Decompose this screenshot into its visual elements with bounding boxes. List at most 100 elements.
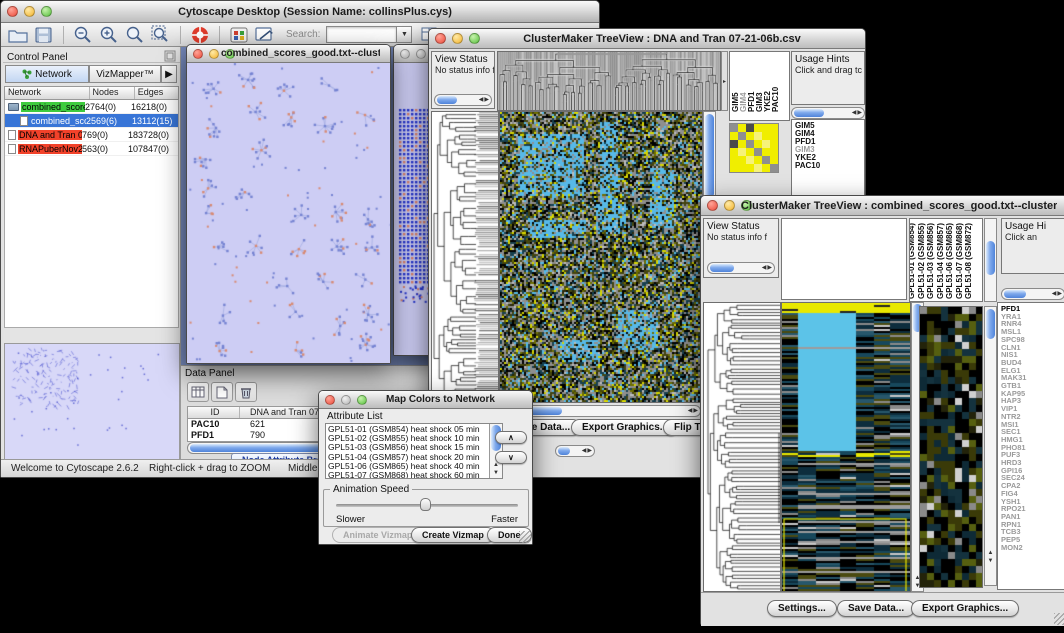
new-attribute-button[interactable]: [211, 382, 233, 402]
view-status-text: No status info f: [432, 65, 494, 75]
zoom-selected-button[interactable]: [150, 25, 172, 45]
column-nodes: Nodes: [90, 87, 135, 99]
heatmap-cell: [730, 132, 738, 140]
row-label: PAC10: [795, 162, 864, 170]
network-tree-row[interactable]: DNA and Tran 07769(0)183728(0): [5, 128, 178, 142]
scroll-down-arrow[interactable]: ▼: [490, 469, 502, 477]
close-button[interactable]: [400, 49, 410, 59]
usage-hints-scrollbar[interactable]: ◀▶: [791, 107, 865, 119]
tab-overflow-arrow[interactable]: ▶: [161, 65, 177, 83]
minimize-button[interactable]: [24, 6, 35, 17]
usage-hints-scrollbar[interactable]: ◀▶: [1001, 288, 1064, 300]
close-button[interactable]: [193, 49, 203, 59]
view-status-scrollbar[interactable]: ◀▶: [434, 94, 492, 106]
settings-button[interactable]: Settings...: [767, 600, 837, 617]
heatmap-cell: [770, 132, 778, 140]
row-dendrogram[interactable]: [431, 111, 499, 403]
column-dendrogram-area[interactable]: [781, 218, 907, 300]
vizmap-grid-icon[interactable]: [228, 25, 250, 45]
network1-titlebar[interactable]: combined_scores_good.txt--cluste...: [187, 45, 390, 63]
heatmap-main[interactable]: [499, 111, 703, 403]
column-label: GPL51-07 (GSM868): [956, 223, 964, 299]
scroll-up-arrow[interactable]: ▲: [985, 549, 996, 557]
heatmap-cell: [754, 148, 762, 156]
export-graphics-button[interactable]: Export Graphics...: [911, 600, 1019, 617]
move-down-button[interactable]: ∨: [495, 451, 527, 464]
heatmap-cell: [770, 148, 778, 156]
footer-scrollbar[interactable]: ◀▶: [555, 445, 595, 457]
heatmap-cell: [770, 124, 778, 132]
network1-canvas-area[interactable]: [187, 63, 390, 363]
close-button[interactable]: [325, 395, 335, 405]
tab-vizmapper-label: VizMapper™: [96, 69, 154, 80]
heatmap-main[interactable]: [781, 302, 911, 592]
delete-attribute-trash-icon[interactable]: [235, 382, 257, 402]
float-panel-icon[interactable]: [164, 49, 176, 67]
annotation-icon[interactable]: [254, 25, 276, 45]
save-button[interactable]: [33, 25, 55, 45]
column-label: GPL51-02 (GSM855): [918, 223, 926, 299]
column-labels-scrollbar[interactable]: [984, 218, 997, 302]
close-button[interactable]: [7, 6, 18, 17]
file-icon: [8, 144, 16, 154]
row-dendrogram[interactable]: [703, 302, 781, 592]
treeview2-titlebar[interactable]: ClusterMaker TreeView : combined_scores_…: [701, 196, 1064, 216]
network-tree-row[interactable]: RNAPuberNov2+563(0)107847(0): [5, 142, 178, 156]
zoom-fit-button[interactable]: [124, 25, 146, 45]
summary-heatmap[interactable]: [729, 123, 779, 173]
search-input[interactable]: [326, 26, 396, 43]
network-tree-row[interactable]: combined_scores2764(0)16218(0): [5, 100, 178, 114]
status-middle-hint: Middle-: [288, 463, 321, 474]
gene-list-scrollbar[interactable]: ▲ ▼: [984, 306, 997, 586]
create-vizmap-button[interactable]: Create Vizmap: [411, 527, 495, 543]
help-lifebuoy-icon[interactable]: [189, 25, 211, 45]
speed-slider-thumb[interactable]: [420, 498, 431, 511]
select-attributes-button[interactable]: [187, 382, 209, 402]
open-file-button[interactable]: [7, 25, 29, 45]
column-dendrogram[interactable]: [497, 51, 721, 111]
zoom-out-button[interactable]: [72, 25, 94, 45]
scroll-thumb[interactable]: [986, 309, 995, 339]
view-status-panel: View Status No status info f ◀▶: [703, 218, 779, 278]
resize-grip[interactable]: [1054, 613, 1064, 625]
minimize-button[interactable]: [452, 33, 463, 44]
tab-vizmapper[interactable]: VizMapper™: [89, 65, 161, 83]
network-overview-panel[interactable]: [4, 343, 180, 460]
scroll-down-arrow[interactable]: ▼: [985, 557, 996, 565]
gene-labels-panel: PFD1YRA1RNR4MSL1SPC98CLN1NIS1BUD4ELG1MAK…: [997, 302, 1064, 590]
network-icon: [22, 69, 32, 79]
settings-label: Settings...: [778, 603, 826, 614]
minimize-button[interactable]: [416, 49, 426, 59]
attribute-item[interactable]: GPL51-07 (GSM868) heat shock 60 min: [326, 471, 488, 479]
move-up-button[interactable]: ∧: [495, 431, 527, 444]
scroll-thumb[interactable]: [986, 241, 995, 275]
close-button[interactable]: [707, 200, 718, 211]
dialog-titlebar[interactable]: Map Colors to Network: [319, 391, 532, 409]
heatmap-cell: [762, 148, 770, 156]
edges-count: 107847(0): [128, 144, 174, 154]
network-tree-row[interactable]: combined_sco2569(6)13112(15): [5, 114, 178, 128]
tab-network[interactable]: Network: [5, 65, 89, 83]
toolbar-separator: [63, 26, 64, 44]
view-status-panel: View Status No status info f ◀▶: [431, 51, 495, 109]
zoom-heatmap[interactable]: [919, 306, 983, 588]
search-label: Search:: [286, 29, 320, 40]
minimize-button[interactable]: [341, 395, 351, 405]
main-titlebar[interactable]: Cytoscape Desktop (Session Name: collins…: [1, 1, 599, 23]
attribute-listbox[interactable]: GPL51-01 (GSM854) heat shock 05 minGPL51…: [325, 423, 503, 479]
save-data-button[interactable]: Save Data...: [837, 600, 915, 617]
close-button[interactable]: [435, 33, 446, 44]
animate-vizmap-button[interactable]: Animate Vizmap: [332, 527, 423, 543]
zoom-in-button[interactable]: [98, 25, 120, 45]
window-title: Cytoscape Desktop (Session Name: collins…: [41, 6, 589, 18]
faster-label: Faster: [491, 514, 518, 525]
view-status-scrollbar[interactable]: ◀▶: [707, 262, 775, 274]
minimize-button[interactable]: [209, 49, 219, 59]
scroll-thumb[interactable]: [705, 114, 714, 198]
splitter-arrow[interactable]: ▸: [721, 51, 728, 111]
treeview1-titlebar[interactable]: ClusterMaker TreeView : DNA and Tran 07-…: [429, 29, 865, 49]
minimize-button[interactable]: [724, 200, 735, 211]
resize-grip[interactable]: [519, 531, 531, 543]
search-dropdown-button[interactable]: ▼: [396, 26, 412, 43]
heatmap-cell: [746, 164, 754, 172]
